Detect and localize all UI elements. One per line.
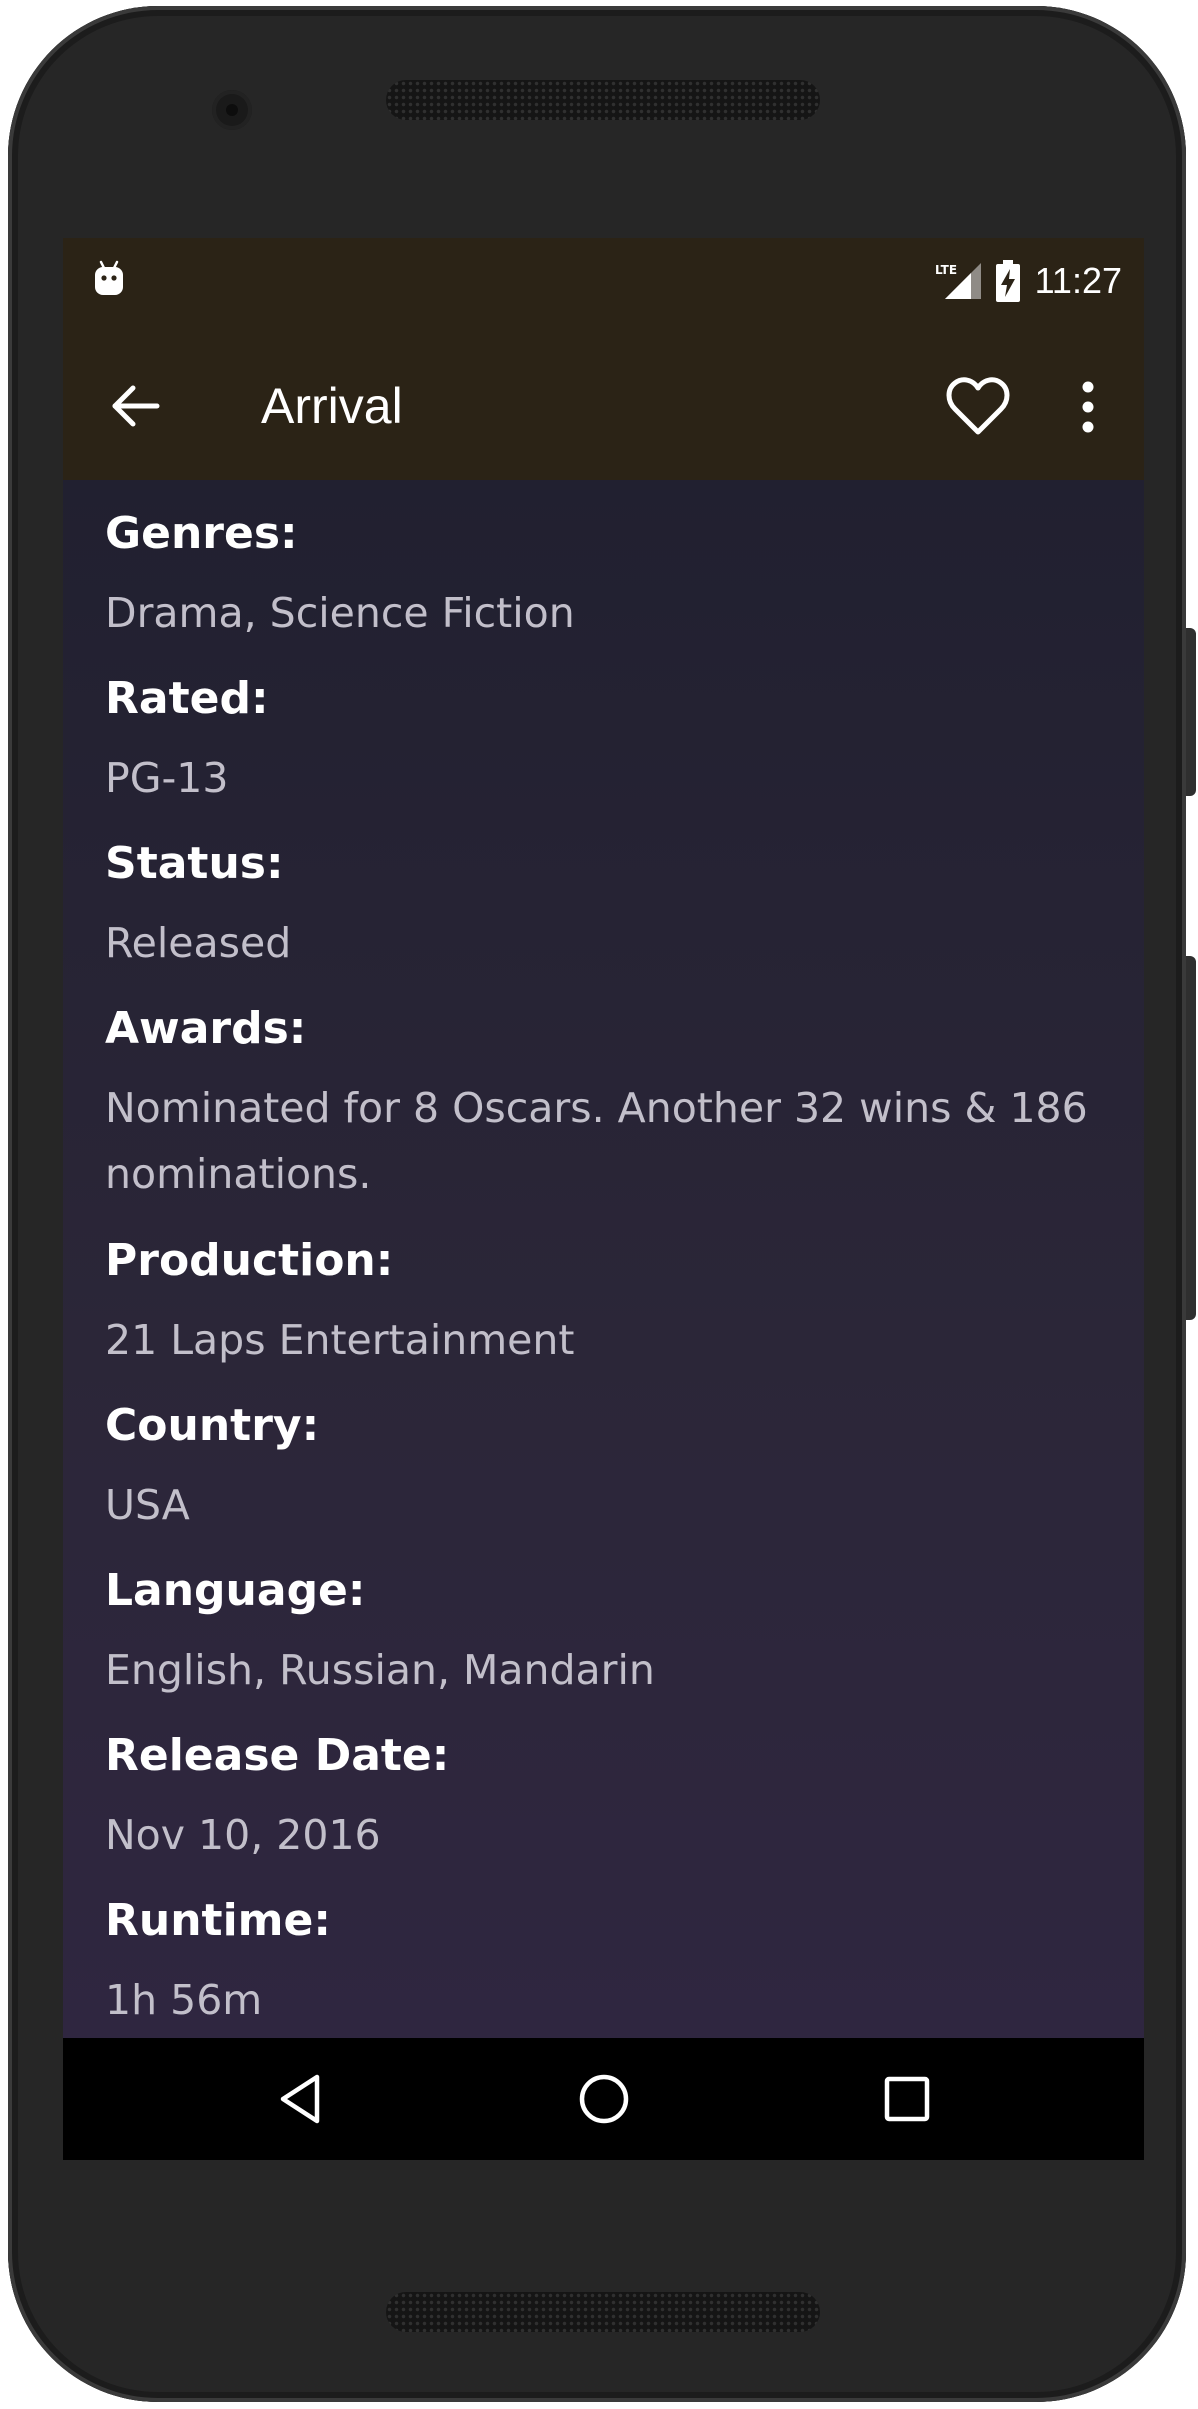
detail-status: Status: Released <box>105 834 1105 976</box>
phone-screen: LTE 11:27 Arrival Genres: Drama, Science… <box>63 238 1144 2160</box>
detail-value: Nov 10, 2016 <box>105 1811 381 1859</box>
detail-label: Runtime: <box>105 1895 331 1946</box>
bottom-speaker-grille <box>386 2292 820 2332</box>
detail-label: Status: <box>105 838 284 889</box>
nav-back-icon[interactable] <box>271 2069 331 2129</box>
detail-value: English, Russian, Mandarin <box>105 1646 655 1694</box>
detail-production: Production: 21 Laps Entertainment <box>105 1231 1105 1373</box>
detail-label: Country: <box>105 1400 320 1451</box>
detail-country: Country: USA <box>105 1396 1105 1538</box>
lte-signal-icon: LTE <box>935 263 981 299</box>
detail-value: 21 Laps Entertainment <box>105 1316 575 1364</box>
nav-home-icon[interactable] <box>574 2069 634 2129</box>
front-camera <box>212 90 252 130</box>
nav-recents-icon[interactable] <box>877 2069 937 2129</box>
detail-value: 1h 56m <box>105 1976 263 2024</box>
status-bar: LTE 11:27 <box>63 238 1144 334</box>
detail-value: Released <box>105 919 292 967</box>
detail-runtime: Runtime: 1h 56m <box>105 1891 1105 2033</box>
detail-value: PG-13 <box>105 754 229 802</box>
top-speaker-grille <box>386 80 820 120</box>
detail-language: Language: English, Russian, Mandarin <box>105 1561 1105 1703</box>
detail-rated: Rated: PG-13 <box>105 669 1105 811</box>
detail-label: Release Date: <box>105 1730 450 1781</box>
detail-genres: Genres: Drama, Science Fiction <box>105 504 1105 646</box>
page-title: Arrival <box>261 378 403 434</box>
detail-value: Nominated for 8 Oscars. Another 32 wins … <box>105 1084 1088 1198</box>
back-arrow-icon[interactable] <box>107 376 167 436</box>
detail-label: Genres: <box>105 508 298 559</box>
detail-value: Drama, Science Fiction <box>105 589 575 637</box>
app-bar: Arrival <box>63 334 1144 480</box>
system-nav-bar <box>63 2038 1144 2160</box>
detail-value: USA <box>105 1481 190 1529</box>
detail-label: Language: <box>105 1565 366 1616</box>
status-icons: LTE 11:27 <box>935 256 1122 306</box>
battery-charging-icon <box>995 260 1020 302</box>
android-debug-icon <box>95 260 123 295</box>
heart-outline-icon[interactable] <box>943 372 1013 442</box>
phone-frame: LTE 11:27 Arrival Genres: Drama, Science… <box>8 6 1196 2402</box>
detail-release-date: Release Date: Nov 10, 2016 <box>105 1726 1105 1868</box>
status-clock: 11:27 <box>1034 260 1122 301</box>
detail-label: Production: <box>105 1235 394 1286</box>
svg-text:LTE: LTE <box>935 263 957 277</box>
movie-details-list[interactable]: Genres: Drama, Science Fiction Rated: PG… <box>63 480 1144 2038</box>
volume-button <box>1186 956 1196 1320</box>
detail-label: Awards: <box>105 1003 307 1054</box>
detail-label: Rated: <box>105 673 269 724</box>
detail-awards: Awards: Nominated for 8 Oscars. Another … <box>105 999 1105 1207</box>
more-vert-icon[interactable] <box>1063 372 1113 442</box>
power-button <box>1186 628 1196 796</box>
